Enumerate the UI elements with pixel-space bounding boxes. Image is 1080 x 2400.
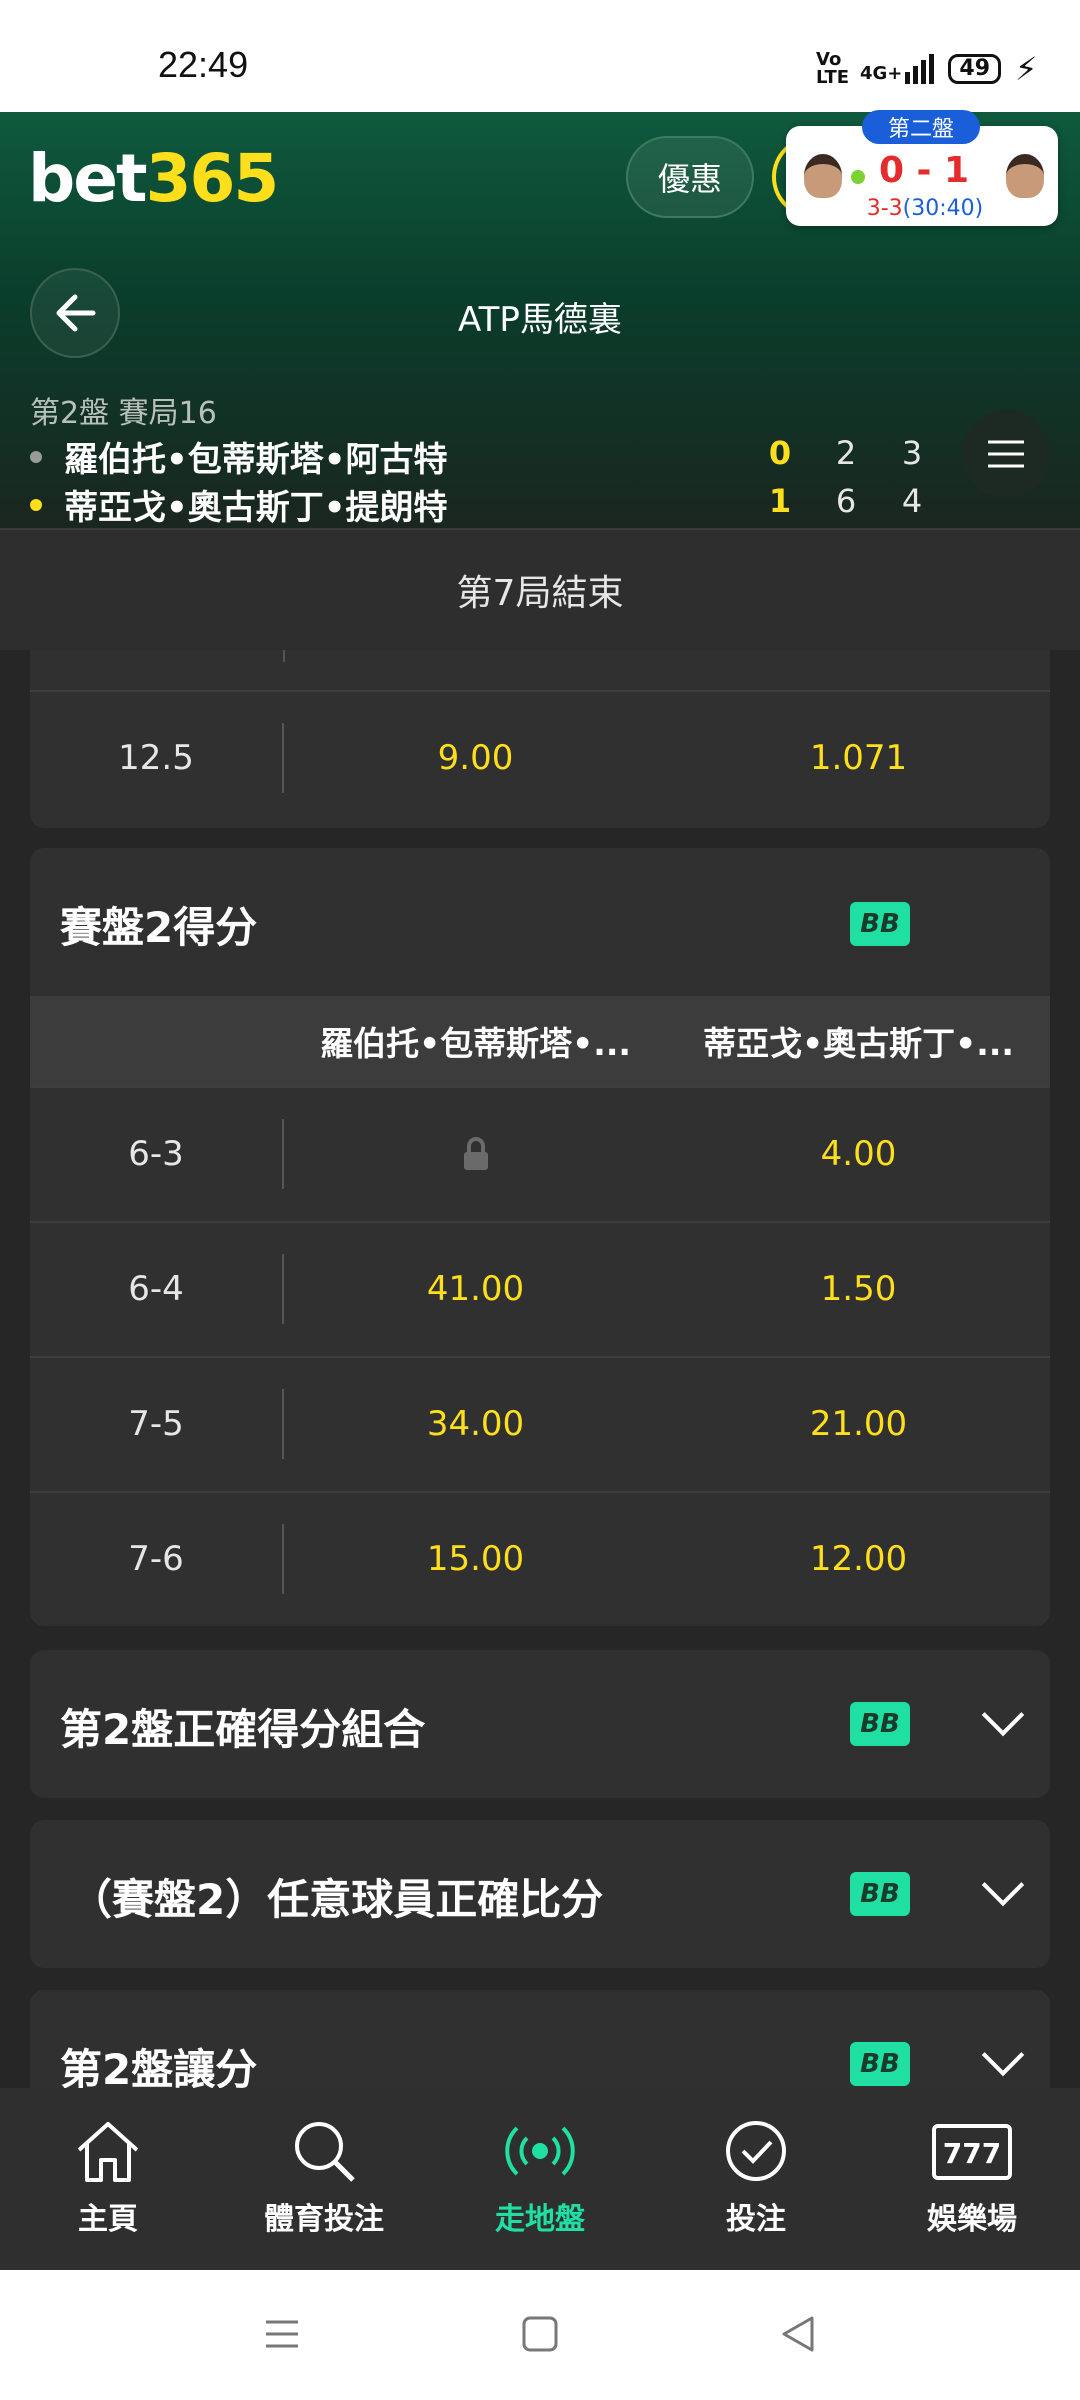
nav-in-play[interactable]: 走地盤 (432, 2088, 648, 2270)
player2-scores: 1 6 4 (750, 482, 942, 520)
table-row: 7-6 15.00 12.00 (30, 1491, 1050, 1625)
player1-scores: 0 2 3 (750, 434, 942, 472)
odds-locked (284, 1136, 667, 1172)
live-broadcast-icon (505, 2126, 575, 2176)
player2-row: 蒂亞戈•奧古斯丁•提朗特 (30, 480, 447, 529)
charging-icon: ⚡ (1015, 50, 1038, 88)
svg-text:777: 777 (943, 2137, 1001, 2170)
column-header-player2: 蒂亞戈•奧古斯丁•... (703, 1024, 1014, 1063)
odds-button[interactable]: 34.00 (284, 1404, 667, 1444)
market-title[interactable]: 賽盤2得分 (60, 894, 257, 955)
chevron-down-icon[interactable] (981, 1693, 1025, 1737)
table-row: 7-5 34.00 21.00 (30, 1356, 1050, 1490)
bet365-logo[interactable]: bet365 (28, 140, 279, 217)
set-badge: 第二盤 (862, 110, 980, 144)
nav-home[interactable]: 主頁 (0, 2088, 216, 2270)
player2-avatar (1006, 154, 1044, 198)
bet-builder-badge: BB (850, 2042, 910, 2086)
status-bar: 22:49 Vo LTE 4G+ 49 ⚡ (0, 0, 1080, 112)
slot-machine-icon: 777 (932, 2124, 1012, 2180)
odds-button[interactable]: 15.00 (284, 1539, 667, 1579)
odds-button[interactable]: 41.00 (284, 1269, 667, 1309)
column-header-player1: 羅伯托•包蒂斯塔•... (320, 1024, 631, 1063)
nav-sports[interactable]: 體育投注 (216, 2088, 432, 2270)
column-header: 羅伯托•包蒂斯塔•... 蒂亞戈•奧古斯丁•... (30, 996, 1050, 1086)
home-icon (77, 2122, 139, 2182)
battery-icon: 49 (948, 54, 1002, 84)
back-triangle-icon[interactable] (778, 2314, 818, 2354)
player2-games: 6 (835, 482, 857, 520)
system-icons: Vo LTE 4G+ 49 ⚡ (816, 50, 1037, 88)
set-score: 0 - 1 (878, 150, 970, 191)
chevron-down-icon[interactable] (981, 2033, 1025, 2077)
chevron-down-icon[interactable] (981, 1863, 1025, 1907)
status-time: 22:49 (158, 44, 249, 85)
market-card-collapsed[interactable]: （賽盤2）任意球員正確比分 BB (30, 1820, 1050, 1968)
market-title: 第2盤正確得分組合 (60, 1705, 426, 1754)
tennis-ball-icon (851, 170, 865, 184)
signal-icon: 4G+ (860, 54, 935, 84)
player1-name: 羅伯托•包蒂斯塔•阿古特 (64, 440, 448, 480)
player1-avatar (804, 154, 842, 198)
odds-button[interactable]: 4.00 (667, 1134, 1050, 1174)
player2-points: 4 (901, 482, 923, 520)
bet-builder-badge: BB (850, 1872, 910, 1916)
volte-icon: Vo LTE (816, 49, 850, 88)
serve-indicator (30, 498, 42, 511)
serve-indicator (30, 450, 42, 463)
odds-button[interactable]: 9.00 (284, 738, 667, 778)
nav-my-bets[interactable]: 投注 (648, 2088, 864, 2270)
set-info: 第2盤 賽局16 (30, 396, 217, 431)
odds-button[interactable]: 1.071 (667, 738, 1050, 778)
odds-button[interactable]: 21.00 (667, 1404, 1050, 1444)
lock-icon (463, 1137, 488, 1170)
bottom-navigation: 主頁 體育投注 走地盤 投注 777 娛樂場 (0, 2088, 1080, 2270)
game-score: 3-3(30:40) (866, 196, 984, 221)
player1-set-score: 0 (768, 434, 792, 472)
game-status-banner: 第7局結束 (0, 528, 1080, 650)
bet-builder-badge: BB (850, 902, 910, 946)
player1-row: 羅伯托•包蒂斯塔•阿古特 (30, 432, 447, 481)
odds-button[interactable]: 12.00 (667, 1539, 1050, 1579)
league-title: ATP馬德裏 (458, 300, 622, 340)
table-row: 12.5 9.00 1.071 (30, 690, 1050, 824)
bet-builder-badge: BB (850, 1702, 910, 1746)
menu-button[interactable] (962, 410, 1050, 498)
promotions-button[interactable]: 優惠 (626, 136, 754, 218)
table-row: 6-3 4.00 (30, 1086, 1050, 1220)
checkmark-circle-icon (726, 2121, 786, 2181)
player1-games: 2 (835, 434, 857, 472)
nav-casino[interactable]: 777 娛樂場 (864, 2088, 1080, 2270)
table-row: 6-4 41.00 1.50 (30, 1221, 1050, 1355)
system-navigation-bar (0, 2270, 1080, 2400)
search-icon (295, 2122, 355, 2182)
home-square-icon[interactable] (520, 2314, 560, 2354)
odds-button[interactable]: 1.50 (667, 1269, 1050, 1309)
market-card-set2-score: 賽盤2得分 BB 羅伯托•包蒂斯塔•... 蒂亞戈•奧古斯丁•... 6-3 4… (30, 848, 1050, 1626)
player1-points: 3 (901, 434, 923, 472)
recent-apps-icon[interactable] (262, 2314, 302, 2354)
player2-set-score: 1 (768, 482, 792, 520)
hamburger-icon (988, 440, 1024, 468)
player2-name: 蒂亞戈•奧古斯丁•提朗特 (64, 488, 448, 528)
market-card-collapsed[interactable]: 第2盤正確得分組合 BB (30, 1650, 1050, 1798)
market-card-previous: 12.5 9.00 1.071 (30, 650, 1050, 828)
market-title: （賽盤2）任意球員正確比分 (70, 1875, 604, 1924)
